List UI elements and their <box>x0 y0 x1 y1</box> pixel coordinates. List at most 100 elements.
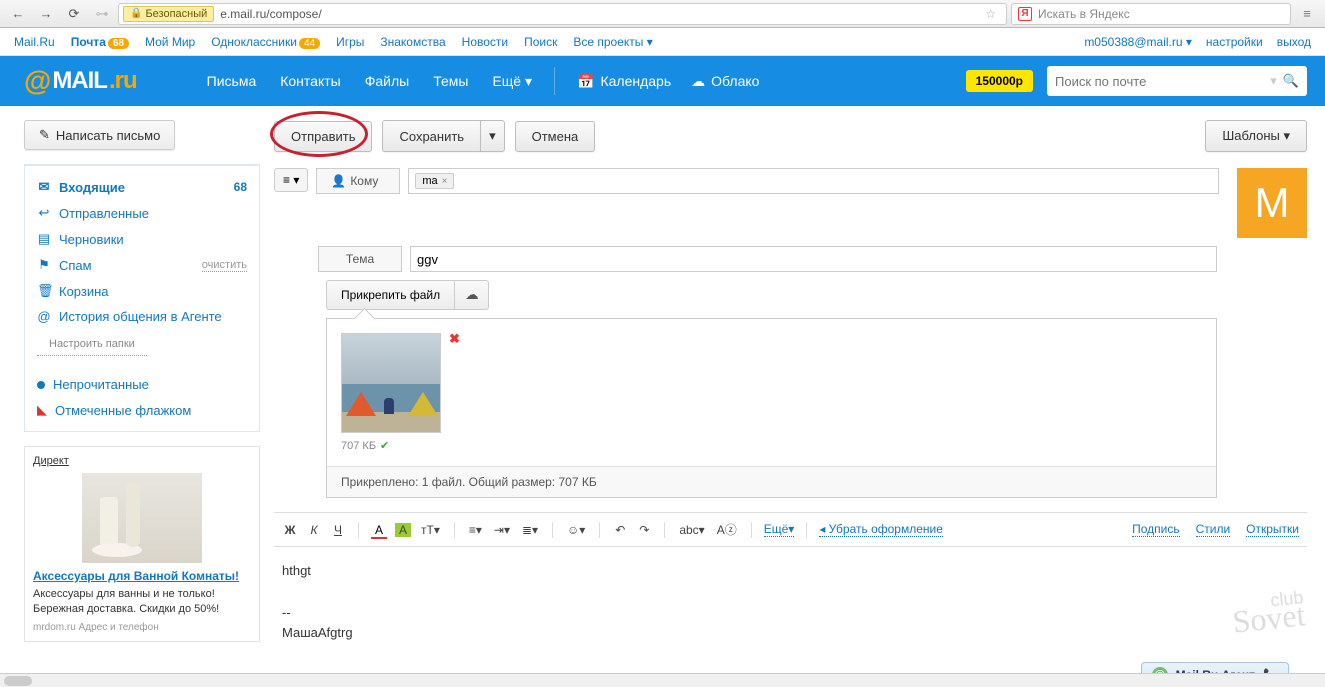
filter-flagged[interactable]: ◣Отмеченные флажком <box>25 397 259 423</box>
cards-link[interactable]: Открытки <box>1246 522 1299 537</box>
link-news[interactable]: Новости <box>462 35 508 49</box>
promo-badge[interactable]: 150000р <box>966 70 1033 92</box>
remove-attachment-icon[interactable]: ✖ <box>449 331 460 347</box>
attach-cloud-button[interactable]: ☁ <box>455 280 489 310</box>
redo-button[interactable]: ↷ <box>636 521 652 539</box>
text-color-button[interactable]: А <box>371 521 387 539</box>
editor-body[interactable]: hthgt -- МашаAfgtrg <box>274 547 1307 667</box>
nav-calendar[interactable]: 📅Календарь <box>577 73 671 90</box>
undo-button[interactable]: ↶ <box>612 521 628 539</box>
toolbar-more[interactable]: Ещё▾ <box>764 522 795 537</box>
link-settings[interactable]: настройки <box>1206 35 1263 49</box>
mail-search[interactable]: ▾ 🔍 <box>1047 66 1307 96</box>
sender-avatar: M <box>1237 168 1307 238</box>
to-field[interactable]: ma× <box>408 168 1219 194</box>
nav-more[interactable]: Ещё ▾ <box>492 73 532 90</box>
nav-letters[interactable]: Письма <box>207 73 257 90</box>
subject-label: Тема <box>318 246 402 272</box>
mail-header: @MAIL.ru Письма Контакты Файлы Темы Ещё … <box>0 56 1325 106</box>
agent-icon: @ <box>37 309 51 324</box>
sent-icon: ↩ <box>37 205 51 221</box>
ad-image[interactable] <box>82 473 202 563</box>
indent-button[interactable]: ⇥▾ <box>492 521 512 539</box>
cancel-button[interactable]: Отмена <box>515 121 596 152</box>
list-button[interactable]: ≣▾ <box>520 521 540 539</box>
folder-trash[interactable]: 🗑Корзина <box>25 278 259 304</box>
back-button[interactable]: ← <box>6 3 30 25</box>
nav-contacts[interactable]: Контакты <box>280 73 340 90</box>
scrollbar[interactable] <box>0 673 1325 687</box>
drafts-icon: ▤ <box>37 231 51 247</box>
attachment-thumbnail[interactable] <box>341 333 441 433</box>
recipient-chip[interactable]: ma× <box>415 173 454 189</box>
compose-button[interactable]: ✎Написать письмо <box>24 120 175 150</box>
forward-button[interactable]: → <box>34 3 58 25</box>
spellcheck-button[interactable]: Аⓩ <box>715 519 739 540</box>
remove-formatting[interactable]: ◂ Убрать оформление <box>819 522 943 537</box>
browser-menu-icon[interactable]: ≡ <box>1295 6 1319 21</box>
link-games[interactable]: Игры <box>336 35 364 49</box>
cloud-icon: ☁ <box>465 287 478 302</box>
font-size-button[interactable]: тТ▾ <box>419 521 442 539</box>
reload-button[interactable]: ⟳ <box>62 3 86 25</box>
ad-title[interactable]: Аксессуары для Ванной Комнаты! <box>33 569 251 583</box>
to-label[interactable]: 👤Кому <box>316 168 400 194</box>
key-icon[interactable]: ⊶ <box>90 3 114 25</box>
emoji-button[interactable]: ☺▾ <box>565 521 587 539</box>
chip-remove-icon[interactable]: × <box>442 176 448 187</box>
calendar-icon: 📅 <box>577 73 594 90</box>
link-pochta[interactable]: Почта68 <box>71 35 129 49</box>
compose-area: Отправить Сохранить ▾ Отмена Шаблоны ▾ ≡… <box>260 106 1325 667</box>
send-button[interactable]: Отправить <box>274 121 372 152</box>
link-mailru[interactable]: Mail.Ru <box>14 35 55 49</box>
folder-drafts[interactable]: ▤Черновики <box>25 226 259 252</box>
mail-search-input[interactable] <box>1055 74 1264 89</box>
attachment-summary: Прикреплено: 1 файл. Общий размер: 707 К… <box>327 466 1216 497</box>
link-odnoklassniki[interactable]: Одноклассники44 <box>211 35 320 49</box>
header-nav: Письма Контакты Файлы Темы Ещё ▾ <box>207 73 532 90</box>
italic-button[interactable]: К <box>306 521 322 539</box>
signature-text: МашаAfgtrg <box>282 623 1299 644</box>
attachments-panel: ✖ 707 КБ✔ Прикреплено: 1 файл. Общий раз… <box>326 318 1217 498</box>
link-all-projects[interactable]: Все проекты ▾ <box>573 35 652 49</box>
link-dating[interactable]: Знакомства <box>380 35 445 49</box>
nav-themes[interactable]: Темы <box>433 73 468 90</box>
folder-spam[interactable]: ⚑Спамочистить <box>25 252 259 278</box>
styles-link[interactable]: Стили <box>1196 522 1231 537</box>
mailru-logo[interactable]: @MAIL.ru <box>24 65 137 97</box>
folder-sent[interactable]: ↩Отправленные <box>25 200 259 226</box>
url-text: e.mail.ru/compose/ <box>220 7 321 21</box>
highlight-button[interactable]: А <box>395 523 411 537</box>
link-exit[interactable]: выход <box>1277 35 1311 49</box>
signature-separator: -- <box>282 603 1299 624</box>
bold-button[interactable]: Ж <box>282 521 298 539</box>
underline-button[interactable]: Ч <box>330 521 346 539</box>
nav-files[interactable]: Файлы <box>365 73 409 90</box>
search-icon[interactable]: 🔍 <box>1283 73 1299 89</box>
save-dropdown[interactable]: ▾ <box>480 120 505 152</box>
user-email[interactable]: m050388@mail.ru ▾ <box>1084 35 1192 49</box>
link-moimir[interactable]: Мой Мир <box>145 35 195 49</box>
spam-clear[interactable]: очистить <box>202 259 247 272</box>
attach-file-button[interactable]: Прикрепить файл <box>326 280 455 310</box>
filter-unread[interactable]: Непрочитанные <box>25 372 259 397</box>
folder-inbox[interactable]: ✉Входящие68 <box>25 174 259 200</box>
compose-menu-toggle[interactable]: ≡ ▾ <box>274 168 308 192</box>
subject-input[interactable] <box>417 252 1210 267</box>
ad-block: Директ Аксессуары для Ванной Комнаты! Ак… <box>24 446 260 642</box>
subject-field[interactable] <box>410 246 1217 272</box>
folder-agent-history[interactable]: @История общения в Агенте <box>25 304 259 329</box>
yandex-icon: Я <box>1018 7 1032 21</box>
templates-button[interactable]: Шаблоны ▾ <box>1205 120 1307 152</box>
signature-link[interactable]: Подпись <box>1132 522 1180 537</box>
url-bar[interactable]: 🔒Безопасный e.mail.ru/compose/ ☆ <box>118 3 1007 25</box>
nav-cloud[interactable]: ☁Облако <box>691 73 759 90</box>
lock-icon: 🔒 <box>130 8 142 19</box>
bookmark-star-icon[interactable]: ☆ <box>979 7 1002 21</box>
yandex-search[interactable]: Я Искать в Яндекс <box>1011 3 1291 25</box>
translit-button[interactable]: abc▾ <box>677 521 706 539</box>
save-button[interactable]: Сохранить <box>382 120 480 152</box>
link-search[interactable]: Поиск <box>524 35 557 49</box>
align-button[interactable]: ≡▾ <box>467 521 484 539</box>
configure-folders[interactable]: Настроить папки <box>37 333 147 356</box>
